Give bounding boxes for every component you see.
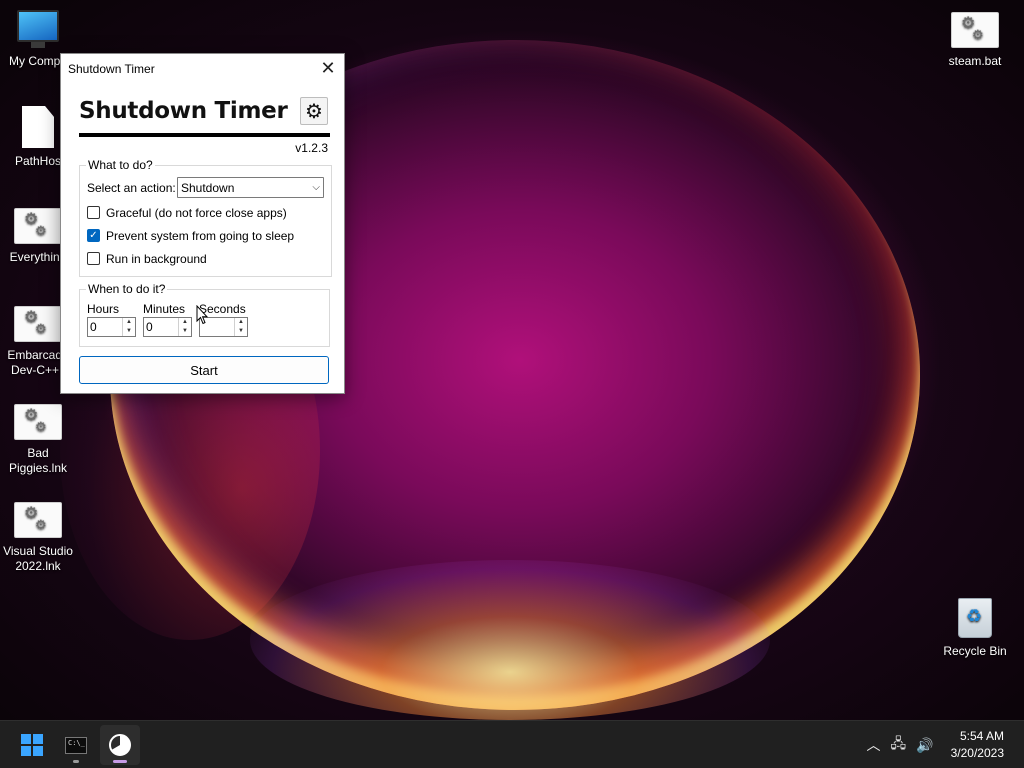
shortcut-gear-icon: ⚙ ⚙ (0, 404, 76, 440)
title-divider (79, 133, 330, 137)
group-legend: When to do it? (88, 282, 166, 296)
windows-logo-icon (21, 734, 43, 756)
hours-value: 0 (90, 320, 97, 334)
app-header: Shutdown Timer ⚙ (79, 91, 328, 131)
hours-label: Hours (87, 302, 120, 316)
start-menu-button[interactable] (12, 725, 52, 765)
window-client: Shutdown Timer ⚙ v1.2.3 What to do? Sele… (61, 91, 344, 384)
action-select-value: Shutdown (181, 180, 235, 195)
shutdown-timer-window[interactable]: Shutdown Timer ✕ Shutdown Timer ⚙ v1.2.3… (60, 53, 345, 394)
close-button[interactable]: ✕ (312, 54, 344, 83)
spin-down-icon[interactable]: ▼ (179, 327, 191, 336)
option-prevent-sleep[interactable]: ✓ Prevent system from going to sleep (87, 224, 324, 247)
desktop-icon-steam-bat[interactable]: ⚙ ⚙ steam.bat (937, 12, 1013, 69)
hours-stepper[interactable]: 0 ▲ ▼ (87, 317, 136, 337)
desktop-icon-label: Visual Studio (3, 544, 73, 558)
minutes-value: 0 (146, 320, 153, 334)
window-titlebar[interactable]: Shutdown Timer ✕ (61, 54, 344, 83)
network-icon[interactable]: 🖧 (891, 733, 907, 757)
desktop-icon-label: Bad (27, 446, 49, 460)
version-label: v1.2.3 (295, 141, 328, 155)
spin-up-icon[interactable]: ▲ (179, 318, 191, 327)
taskbar-shutdown-timer-button[interactable] (100, 725, 140, 765)
option-label: Run in background (106, 251, 207, 266)
chevron-down-icon: ⌵ (312, 182, 320, 193)
close-icon: ✕ (320, 58, 336, 78)
computer-icon (0, 10, 76, 48)
recycle-bin-icon: ♻ (937, 598, 1013, 638)
option-run-background[interactable]: Run in background (87, 247, 324, 270)
system-tray: ︿ 🖧 🔊 5:54 AM 3/20/2023 (862, 721, 1024, 768)
desktop-icon-label: Recycle Bin (943, 644, 1007, 658)
desktop-icon-recycle-bin[interactable]: ♻ Recycle Bin (937, 598, 1013, 659)
desktop-icon-label: steam.bat (948, 54, 1002, 68)
option-label: Graceful (do not force close apps) (106, 205, 287, 220)
checkmark-icon: ✓ (89, 230, 98, 241)
clock-time: 5:54 AM (959, 729, 1004, 743)
minutes-stepper[interactable]: 0 ▲ ▼ (143, 317, 192, 337)
active-indicator (113, 760, 127, 763)
terminal-icon: C:\_ (65, 736, 87, 754)
clock[interactable]: 5:54 AM 3/20/2023 (951, 728, 1004, 762)
desktop-icon-visual-studio[interactable]: ⚙ ⚙ Visual Studio 2022.lnk (0, 502, 76, 574)
option-graceful[interactable]: Graceful (do not force close apps) (87, 201, 324, 224)
spin-down-icon[interactable]: ▼ (235, 327, 247, 336)
desktop-icon-label: 2022.lnk (15, 559, 61, 573)
what-to-do-group: What to do? Select an action: Shutdown ⌵… (79, 158, 332, 277)
action-label: Select an action: (87, 180, 176, 195)
timer-pie-icon (109, 734, 131, 756)
option-label: Prevent system from going to sleep (106, 228, 295, 243)
spin-up-icon[interactable]: ▲ (123, 318, 135, 327)
app-title: Shutdown Timer (79, 98, 288, 124)
shortcut-gear-icon: ⚙ ⚙ (0, 502, 76, 538)
graceful-checkbox[interactable] (87, 206, 100, 219)
desktop-icon-bad-piggies[interactable]: ⚙ ⚙ Bad Piggies.lnk (0, 404, 76, 476)
volume-icon[interactable]: 🔊 (916, 737, 933, 754)
running-indicator (73, 760, 79, 763)
action-select[interactable]: Shutdown ⌵ (177, 177, 324, 198)
clock-date: 3/20/2023 (950, 746, 1004, 760)
taskbar-terminal-button[interactable]: C:\_ (56, 725, 96, 765)
taskbar: C:\_ ︿ 🖧 🔊 5:54 AM 3/20/2023 (0, 720, 1024, 768)
group-legend: What to do? (88, 158, 153, 172)
spin-down-icon[interactable]: ▼ (123, 327, 135, 336)
gear-icon: ⚙ (305, 100, 323, 123)
minutes-label: Minutes (143, 302, 186, 316)
desktop-icon-label: Piggies.lnk (8, 461, 68, 475)
prevent-sleep-checkbox[interactable]: ✓ (87, 229, 100, 242)
wallpaper-glow-bottom (250, 560, 770, 720)
start-button[interactable]: Start (79, 356, 329, 384)
chevron-up-icon[interactable]: ︿ (867, 735, 881, 755)
settings-button[interactable]: ⚙ (300, 97, 328, 125)
shortcut-gear-icon: ⚙ ⚙ (937, 12, 1013, 48)
action-row: Select an action: Shutdown ⌵ (87, 176, 324, 199)
window-title: Shutdown Timer (68, 61, 155, 76)
run-background-checkbox[interactable] (87, 252, 100, 265)
spin-up-icon[interactable]: ▲ (235, 318, 247, 327)
mouse-cursor-icon (196, 305, 208, 325)
start-button-label: Start (190, 362, 218, 378)
